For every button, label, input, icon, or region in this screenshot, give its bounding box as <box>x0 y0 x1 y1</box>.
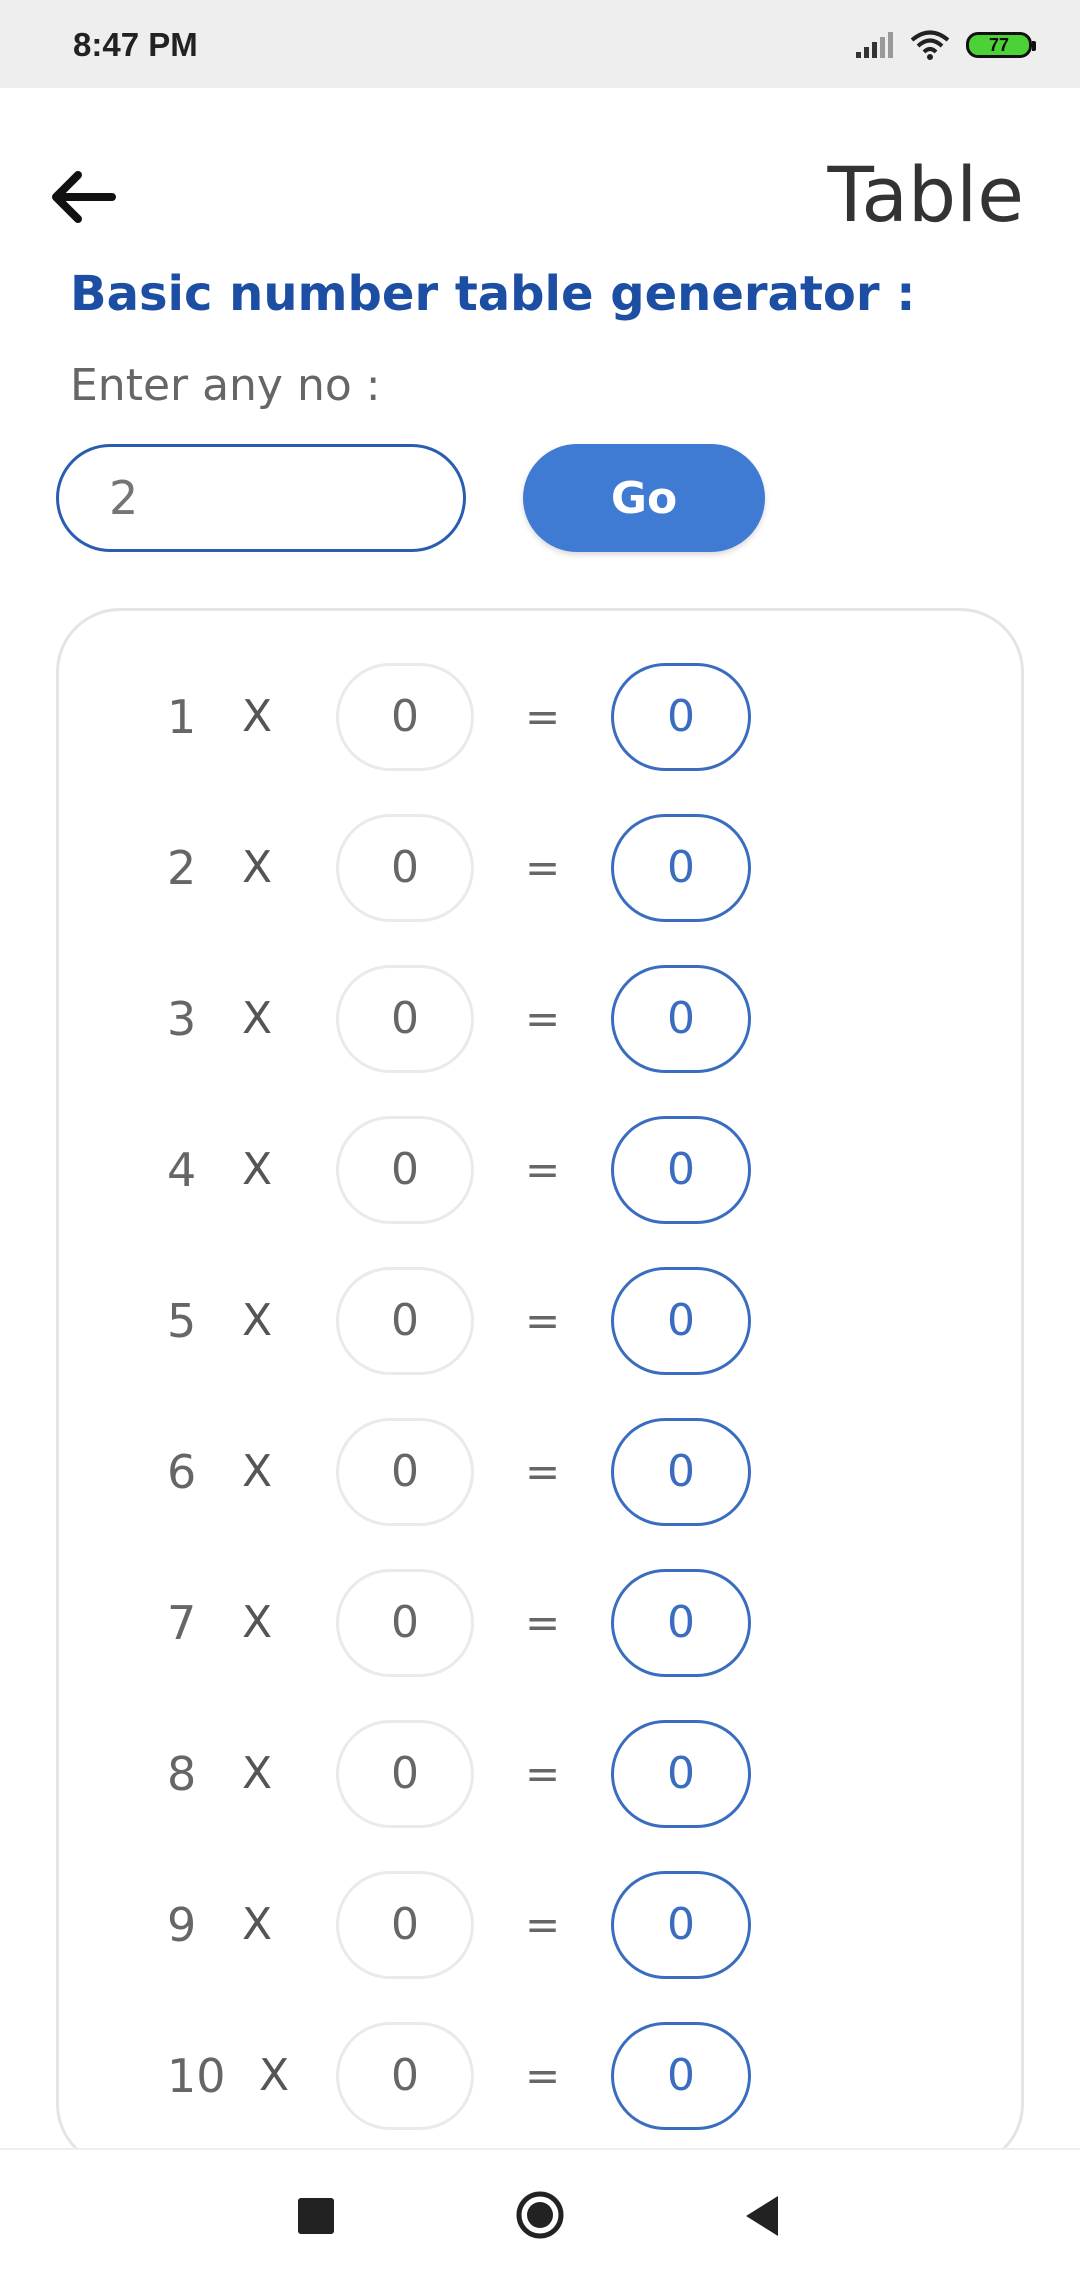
table-row: 5 X 0 = 0 <box>59 1267 1021 1375</box>
signal-icon <box>856 32 893 58</box>
wifi-icon <box>910 30 950 60</box>
multiply-sign: X <box>242 1748 273 1799</box>
equals-sign: = <box>525 1749 561 1798</box>
subtitle: Basic number table generator : <box>70 266 916 322</box>
result-field: 0 <box>611 663 751 771</box>
multiply-sign: X <box>259 2050 290 2101</box>
equals-sign: = <box>525 1145 561 1194</box>
table-row: 10 X 0 = 0 <box>59 2022 1021 2130</box>
equals-sign: = <box>525 1900 561 1949</box>
battery-icon: 77 <box>966 32 1036 58</box>
multiplier-field: 0 <box>336 1267 474 1375</box>
result-field: 0 <box>611 1418 751 1526</box>
multiply-sign: X <box>242 1446 273 1497</box>
table-row: 8 X 0 = 0 <box>59 1720 1021 1828</box>
multiplier-field: 0 <box>336 2022 474 2130</box>
recents-button[interactable] <box>298 2198 334 2234</box>
status-time: 8:47 PM <box>73 26 198 63</box>
multiply-sign: X <box>242 1144 273 1195</box>
status-icons: 77 <box>854 28 1036 62</box>
prompt-label: Enter any no : <box>70 360 381 411</box>
back-button[interactable] <box>46 160 120 234</box>
table-row: 6 X 0 = 0 <box>59 1418 1021 1526</box>
screen: 8:47 PM 77 Table Basic number table gene… <box>0 0 1080 2280</box>
multiplier-field: 0 <box>336 1871 474 1979</box>
multiply-sign: X <box>242 993 273 1044</box>
table-row: 7 X 0 = 0 <box>59 1569 1021 1677</box>
result-field: 0 <box>611 1116 751 1224</box>
equals-sign: = <box>525 1296 561 1345</box>
multiplier-field: 0 <box>336 1569 474 1677</box>
multiply-sign: X <box>242 842 273 893</box>
equals-sign: = <box>525 843 561 892</box>
equals-sign: = <box>525 994 561 1043</box>
arrow-left-icon <box>52 171 116 223</box>
multiply-sign: X <box>242 691 273 742</box>
multiplier-field: 0 <box>336 1418 474 1526</box>
equals-sign: = <box>525 1598 561 1647</box>
multiplier-field: 0 <box>336 1116 474 1224</box>
result-field: 0 <box>611 1720 751 1828</box>
multiplier-field: 0 <box>336 1720 474 1828</box>
result-field: 0 <box>611 965 751 1073</box>
multiplier-field: 0 <box>336 663 474 771</box>
home-button[interactable] <box>515 2190 565 2240</box>
result-field: 0 <box>611 1569 751 1677</box>
equals-sign: = <box>525 692 561 741</box>
table-row: 2 X 0 = 0 <box>59 814 1021 922</box>
result-field: 0 <box>611 1267 751 1375</box>
page-title: Table <box>827 150 1024 239</box>
equals-sign: = <box>525 2051 561 2100</box>
battery-level: 77 <box>988 34 1010 55</box>
equals-sign: = <box>525 1447 561 1496</box>
nav-back-button[interactable] <box>742 2194 782 2238</box>
table-row: 1 X 0 = 0 <box>59 663 1021 771</box>
table-card: 1 X 0 = 0 2 X 0 = 0 3 X 0 = 0 4 X 0 = 0 <box>56 608 1024 2168</box>
number-input[interactable] <box>56 444 466 552</box>
navigation-bar <box>0 2148 1080 2280</box>
multiply-sign: X <box>242 1597 273 1648</box>
result-field: 0 <box>611 1871 751 1979</box>
multiply-sign: X <box>242 1295 273 1346</box>
multiply-sign: X <box>242 1899 273 1950</box>
multiplier-field: 0 <box>336 814 474 922</box>
go-button[interactable]: Go <box>523 444 765 552</box>
table-row: 4 X 0 = 0 <box>59 1116 1021 1224</box>
multiplier-field: 0 <box>336 965 474 1073</box>
table-row: 3 X 0 = 0 <box>59 965 1021 1073</box>
table-row: 9 X 0 = 0 <box>59 1871 1021 1979</box>
result-field: 0 <box>611 814 751 922</box>
status-bar: 8:47 PM 77 <box>0 0 1080 88</box>
result-field: 0 <box>611 2022 751 2130</box>
